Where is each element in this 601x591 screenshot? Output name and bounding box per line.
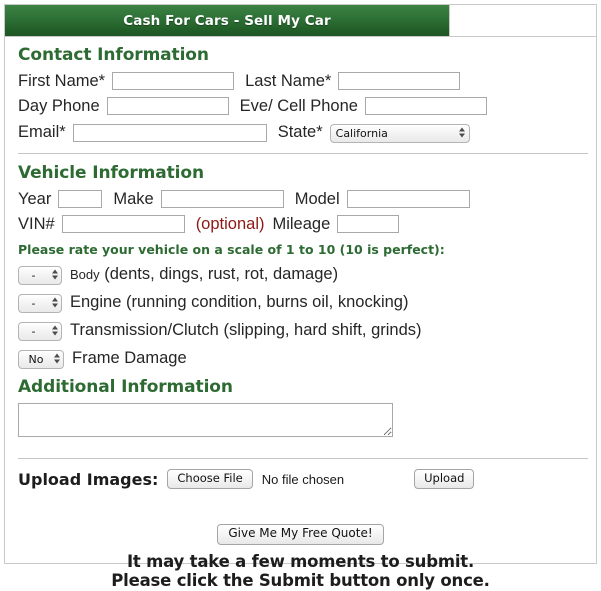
name-row: First Name* Last Name* [18, 72, 596, 90]
email-state-row: Email* State* California [18, 122, 596, 143]
email-input[interactable] [72, 123, 267, 142]
rating-row-transmission: - Transmission/Clutch (slipping, hard sh… [18, 320, 596, 341]
upload-section: Upload Images: Choose File No file chose… [5, 459, 596, 490]
phone-row: Day Phone Eve/ Cell Phone [18, 97, 596, 115]
last-name-label: Last Name* [245, 71, 332, 90]
rating-row-engine: - Engine (running condition, burns oil, … [18, 292, 596, 313]
page-title: Cash For Cars - Sell My Car [5, 5, 449, 36]
frame-damage-select[interactable]: No [18, 350, 64, 369]
state-select[interactable]: California [329, 124, 470, 143]
upload-row: Upload Images: Choose File No file chose… [18, 469, 596, 490]
first-name-label: First Name* [18, 71, 106, 90]
body-rating-label-main: Body [70, 267, 100, 282]
engine-rating-select-wrapper: - [18, 292, 62, 313]
submit-quote-button[interactable]: Give Me My Free Quote! [217, 524, 384, 546]
body-rating-select-wrapper: - [18, 264, 62, 285]
engine-rating-label: Engine (running condition, burns oil, kn… [70, 293, 408, 312]
submit-notice-line-1: It may take a few moments to submit. [126, 552, 475, 572]
additional-information-heading: Additional Information [18, 377, 233, 397]
form-frame: Contact Information First Name* Last Nam… [4, 37, 597, 590]
frame-damage-select-wrapper: No [18, 348, 64, 369]
transmission-rating-label: Transmission/Clutch (slipping, hard shif… [70, 321, 422, 340]
page-header-bar: Cash For Cars - Sell My Car [4, 4, 597, 37]
engine-rating-label-detail: (running condition, burns oil, knocking) [121, 293, 409, 311]
email-label: Email* [18, 123, 66, 142]
eve-cell-phone-input[interactable] [364, 97, 487, 115]
vin-input[interactable] [61, 215, 185, 233]
contact-information-section: Contact Information First Name* Last Nam… [5, 37, 596, 143]
rating-row-body: - Body (dents, dings, rust, rot, damage) [18, 264, 596, 285]
frame-damage-label: Frame Damage [72, 349, 187, 367]
vin-label: VIN# [18, 214, 55, 233]
mileage-label: Mileage [272, 214, 331, 233]
year-make-model-row: Year Make Model [18, 190, 596, 208]
day-phone-label: Day Phone [18, 96, 100, 115]
transmission-rating-label-main: Transmission/Clutch [70, 321, 219, 339]
model-input[interactable] [346, 190, 470, 208]
vin-mileage-row: VIN# (optional) Mileage [18, 215, 596, 233]
state-label: State* [277, 123, 323, 142]
make-input[interactable] [160, 190, 284, 208]
engine-rating-select[interactable]: - [18, 294, 62, 313]
eve-cell-phone-label: Eve/ Cell Phone [239, 96, 358, 115]
transmission-rating-select[interactable]: - [18, 322, 62, 341]
additional-information-textarea[interactable] [18, 403, 393, 437]
mileage-input[interactable] [337, 215, 400, 233]
day-phone-input[interactable] [106, 97, 229, 115]
model-label: Model [294, 189, 340, 208]
transmission-rating-select-wrapper: - [18, 320, 62, 341]
transmission-rating-label-detail: (slipping, hard shift, grinds) [218, 321, 422, 339]
vin-optional-note: (optional) [195, 214, 265, 233]
submit-section: Give Me My Free Quote! It may take a few… [5, 522, 596, 591]
vehicle-information-heading: Vehicle Information [18, 163, 204, 183]
upload-images-label: Upload Images: [18, 469, 159, 489]
last-name-input[interactable] [338, 72, 461, 90]
first-name-input[interactable] [112, 72, 235, 90]
state-select-wrapper: California [329, 122, 470, 143]
choose-file-button[interactable]: Choose File [167, 469, 253, 490]
rating-row-frame-damage: No Frame Damage [18, 348, 596, 369]
engine-rating-label-main: Engine [70, 293, 122, 311]
header-blank-area [449, 5, 596, 36]
body-rating-select[interactable]: - [18, 266, 62, 285]
year-input[interactable] [58, 190, 103, 208]
year-label: Year [18, 189, 52, 208]
make-label: Make [113, 189, 154, 208]
contact-information-heading: Contact Information [18, 45, 209, 65]
body-rating-label-detail: (dents, dings, rust, rot, damage) [99, 265, 339, 283]
body-rating-label: Body (dents, dings, rust, rot, damage) [70, 265, 338, 284]
sell-my-car-form-page: Cash For Cars - Sell My Car Contact Info… [0, 0, 601, 590]
upload-button[interactable]: Upload [414, 469, 475, 490]
no-file-chosen-text: No file chosen [261, 471, 345, 487]
rating-instructions: Please rate your vehicle on a scale of 1… [18, 242, 445, 257]
vehicle-information-section: Vehicle Information Year Make Model VIN#… [5, 154, 596, 437]
submit-notice-line-2: Please click the Submit button only once… [111, 571, 490, 591]
